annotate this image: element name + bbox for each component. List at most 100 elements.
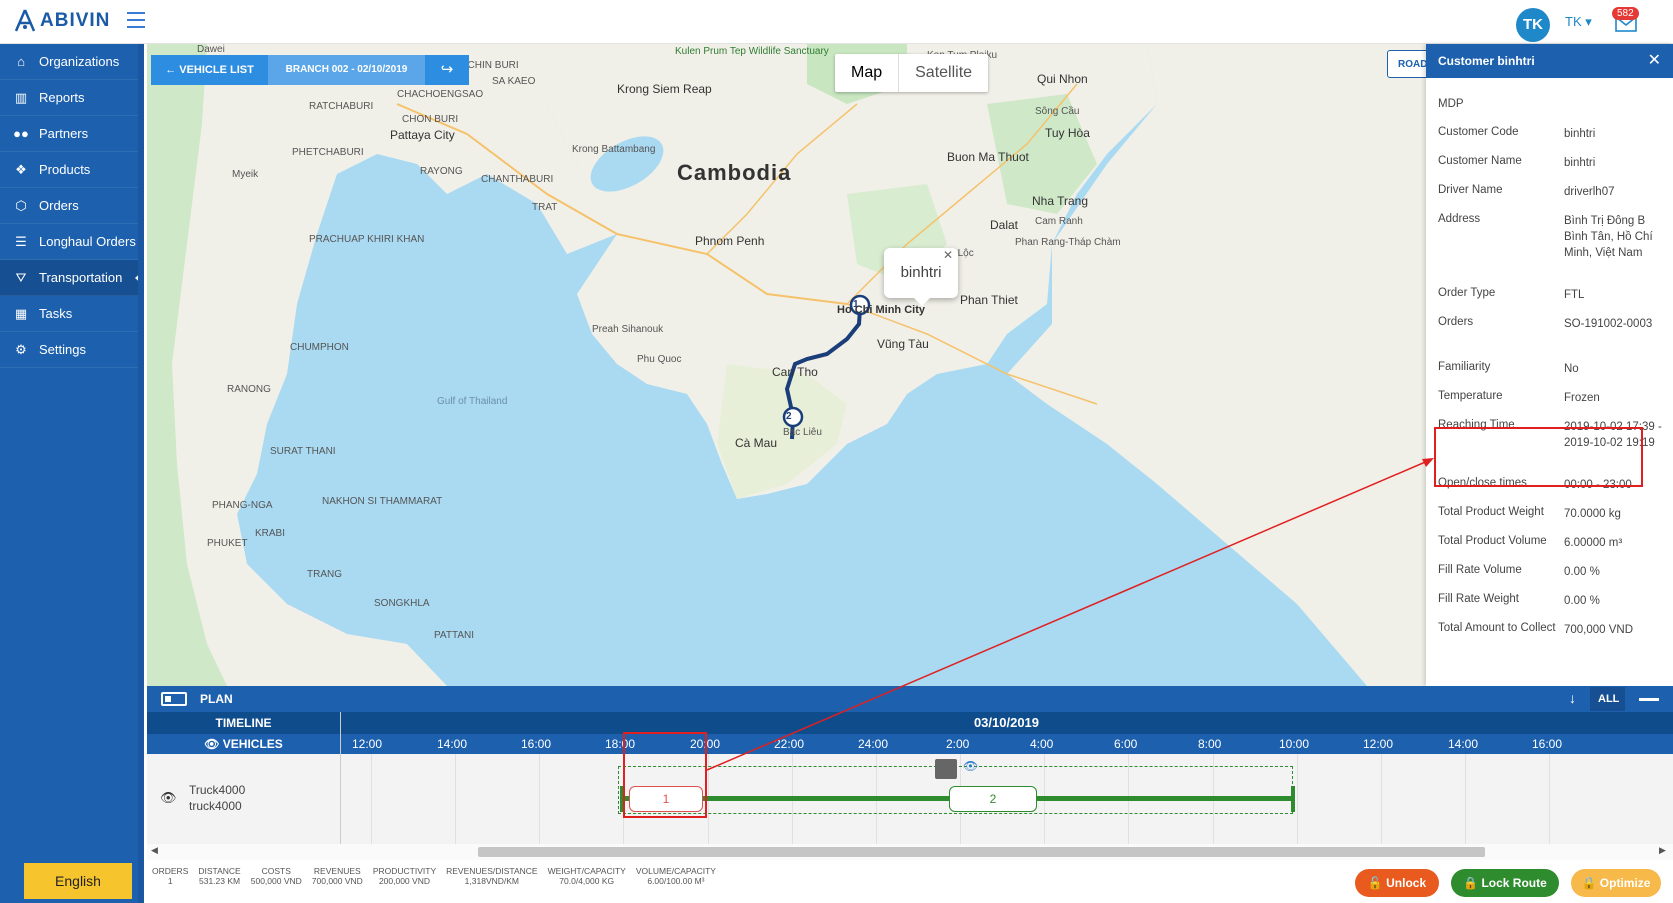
timeline-hours: 12:00 14:00 16:00 18:00 20:00 22:00 24:0… [340, 734, 1673, 754]
customer-row-key: Temperature [1438, 390, 1503, 402]
customer-row-value: binhtri [1564, 157, 1596, 169]
route-end-handle[interactable] [1291, 786, 1295, 812]
map-label-myeik: Myeik [232, 169, 259, 180]
map-label-cambodia: Cambodia [677, 160, 792, 185]
stat-value: 1 [167, 876, 173, 886]
customer-row-key: Orders [1438, 316, 1474, 328]
customer-row: Total Product Volume 6.00000 m³ [1426, 535, 1673, 564]
stat-revenues: REVENUES 700,000 VND [307, 866, 368, 900]
sidebar-item-organizations[interactable]: ⌂ Organizations [0, 44, 144, 80]
language-button[interactable]: English [24, 863, 132, 899]
map-label-prachuap: PRACHUAP KHIRI KHAN [309, 234, 425, 245]
all-button[interactable]: ALL [1590, 687, 1628, 711]
share-icon[interactable]: ↪ [425, 55, 469, 85]
customer-panel-header: Customer binhtri ✕ [1426, 44, 1673, 78]
minimize-icon[interactable] [1625, 686, 1673, 712]
map-label-bac-lieu: Bạc Liêu [783, 427, 822, 438]
popup-close-icon[interactable]: ✕ [943, 230, 953, 280]
sidebar-item-orders[interactable]: ⬡ Orders [0, 188, 144, 224]
vehicle-plate: truck4000 [189, 799, 242, 813]
popup-text: binhtri [900, 264, 942, 281]
customer-row-value: 0.00 % [1564, 595, 1600, 607]
eye-icon[interactable]: 👁 [160, 790, 177, 806]
eye-icon[interactable]: 👁 [963, 759, 978, 773]
customer-row-value: Bình Trị Đông B Bình Tân, Hồ Chí Minh, V… [1564, 215, 1653, 259]
top-bar: ABIVIN TK TK ▾ 582 [0, 0, 1673, 44]
panel-toggle-icon[interactable] [161, 692, 187, 706]
vehicles-label[interactable]: 👁 VEHICLES [147, 734, 340, 754]
route-stats: ORDERS 1 DISTANCE 531.23 KM COSTS 500,00… [147, 866, 721, 900]
timeline-scrollbar[interactable]: ◀ ▶ [147, 844, 1673, 860]
calendar-icon: ▦ [14, 305, 28, 321]
stat-orders: ORDERS 1 [147, 866, 193, 900]
gear-icon: ⚙ [15, 341, 27, 357]
sidebar-item-label: Settings [39, 342, 86, 357]
map-label-chanthaburi: CHANTHABURI [481, 174, 554, 185]
sidebar-item-tasks[interactable]: ▦ Tasks [0, 296, 144, 332]
map-label-rayong: RAYONG [420, 166, 463, 177]
timeline-hour: 14:00 [1448, 737, 1479, 751]
close-icon[interactable]: ✕ [1648, 44, 1661, 78]
stop-2[interactable]: 2 [949, 786, 1037, 812]
customer-row: Orders SO-191002-0003 [1426, 316, 1673, 361]
customer-row-key: Total Product Weight [1438, 506, 1544, 518]
vehicle-list-button[interactable]: ← VEHICLE LIST [151, 55, 268, 85]
menu-toggle-icon[interactable] [127, 12, 145, 28]
map-type-map[interactable]: Map [835, 54, 900, 92]
grid-line [455, 754, 456, 844]
avatar[interactable]: TK [1516, 8, 1550, 42]
timeline-hour: 14:00 [437, 737, 468, 751]
timeline-hour: 6:00 [1114, 737, 1138, 751]
map-label-phan-thiet: Phan Thiet [960, 293, 1018, 307]
customer-panel-title: Customer binhtri [1438, 54, 1535, 68]
branch-button[interactable]: BRANCH 002 - 02/10/2019 [268, 55, 425, 85]
sidebar-item-label: Transportation [39, 270, 123, 285]
vehicles-label-text: VEHICLES [222, 737, 283, 751]
mail-count-badge: 582 [1612, 7, 1639, 20]
grid-line [539, 754, 540, 844]
grid-line [1297, 754, 1298, 844]
customer-section: MDP [1426, 98, 1673, 126]
timeline-date: 03/10/2019 [340, 712, 1673, 734]
map-label-preah: Preah Sihanouk [592, 324, 664, 335]
abivin-logo[interactable]: ABIVIN [14, 9, 110, 33]
customer-row-key: Customer Name [1438, 155, 1522, 167]
road-button[interactable]: ROAD [1387, 50, 1431, 78]
sidebar-item-longhaul-orders[interactable]: ☰ Longhaul Orders [0, 224, 144, 260]
map-type-satellite[interactable]: Satellite [899, 54, 988, 92]
map-label-dalat: Dalat [990, 218, 1019, 232]
sidebar-item-settings[interactable]: ⚙ Settings [0, 332, 144, 368]
sidebar-item-partners[interactable]: ●● Partners [0, 116, 144, 152]
map-view[interactable]: 1 2 Cambodia Phnom Penh CHACHOENGSAO Pat… [147, 44, 1426, 686]
plan-title: PLAN [200, 692, 233, 706]
sidebar-scrollbar[interactable] [138, 44, 144, 903]
sidebar: ⌂ Organizations ▥ Reports ●● Partners ❖ … [0, 44, 144, 903]
map-label-kulen: Kulen Prum Tep Wildlife Sanctuary [675, 46, 829, 57]
vehicle-name[interactable]: Truck4000 [189, 783, 245, 797]
customer-row: Fill Rate Weight 0.00 % [1426, 593, 1673, 622]
scroll-left-icon[interactable]: ◀ [151, 845, 158, 856]
scrollbar-thumb[interactable] [478, 847, 1485, 857]
eye-icon: 👁 [204, 737, 220, 751]
map-label-cam-ranh: Cam Ranh [1035, 216, 1083, 227]
map-label-phetchaburi: PHETCHABURI [292, 147, 364, 158]
sidebar-item-products[interactable]: ❖ Products [0, 152, 144, 188]
scroll-right-icon[interactable]: ▶ [1659, 845, 1666, 856]
customer-row-key: Fill Rate Weight [1438, 593, 1519, 605]
timeline-hour: 22:00 [774, 737, 805, 751]
route-marker-2[interactable]: 2 [786, 411, 792, 422]
timeline-hour: 16:00 [1532, 737, 1563, 751]
optimize-button[interactable]: 🔒 Optimize [1571, 869, 1661, 897]
lock-route-button[interactable]: 🔒 Lock Route [1451, 869, 1559, 897]
driver-icon[interactable] [935, 759, 957, 779]
timeline-hour: 10:00 [1279, 737, 1310, 751]
map-label-can-tho: Can Tho [772, 365, 818, 379]
sidebar-item-transportation[interactable]: ⛛ Transportation [0, 260, 144, 296]
arrow-down-icon[interactable]: ↓ [1569, 690, 1576, 706]
customer-row-key: Address [1438, 213, 1481, 225]
unlock-button[interactable]: 🔓 Unlock [1355, 869, 1439, 897]
user-menu[interactable]: TK ▾ [1565, 14, 1592, 30]
grid-line [371, 754, 372, 844]
sidebar-item-reports[interactable]: ▥ Reports [0, 80, 144, 116]
stat-label: ORDERS [152, 866, 189, 876]
